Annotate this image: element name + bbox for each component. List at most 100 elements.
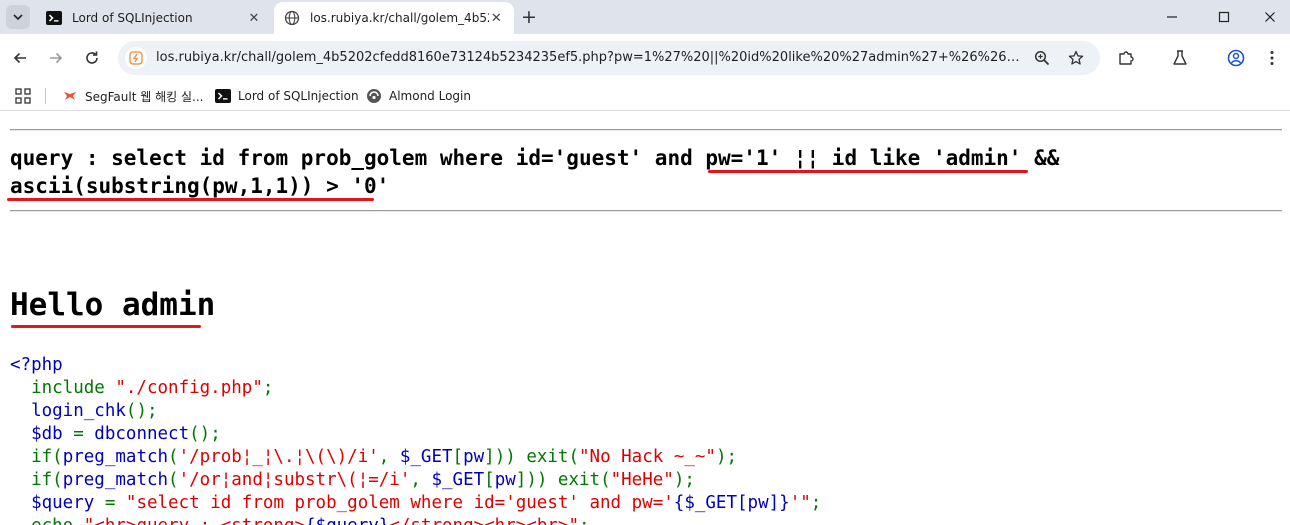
horizontal-rule [10,129,1282,131]
code-token: '/prob¦_¦\.¦\(\)/i' [178,447,379,467]
bookmark-almond-login[interactable]: Almond Login [366,86,471,106]
code-token: if( [10,447,63,467]
bookmark-segfault[interactable]: SegFault 웹 해킹 실... [62,86,203,106]
almond-icon [366,88,382,104]
code-token: "HeHe" [610,470,674,490]
zoom-icon [1034,50,1050,66]
profile-icon [1227,49,1245,67]
maximize-button[interactable] [1210,4,1238,30]
code-line: include "./config.php"; [10,377,821,400]
forward-button[interactable] [44,46,68,70]
bookmark-star-button[interactable] [1066,48,1086,68]
profile-button[interactable] [1224,46,1248,70]
tab-title: los.rubiya.kr/chall/golem_4b52 [310,11,489,25]
code-token: preg_match [62,447,169,467]
code-token: $db [10,424,74,444]
tab-title: Lord of SQLInjection [72,11,193,25]
bookmark-label: SegFault 웹 해킹 실... [85,89,204,104]
reload-icon [86,51,98,64]
code-token: , [378,447,400,467]
star-icon [1068,50,1084,65]
tab-search-button[interactable] [6,5,30,29]
code-token: login_chk [10,401,126,421]
code-token: pw [494,470,516,490]
segfault-icon [62,88,78,104]
close-tab-icon[interactable]: ✕ [246,10,262,26]
minimize-button[interactable] [1158,4,1186,30]
arrow-right-icon [50,52,63,64]
address-bar[interactable]: los.rubiya.kr/chall/golem_4b5202cfedd816… [118,41,1100,75]
code-token: = [104,493,126,513]
code-token: , [410,470,432,490]
code-token: ( [168,447,179,467]
code-token: dbconnect [94,424,190,444]
code-token: '/or¦and¦substr\(¦=/i' [178,470,411,490]
flask-icon [1173,50,1187,65]
back-button[interactable] [8,46,32,70]
bookmark-lord-of-sqlinjection[interactable]: Lord of SQLInjection [215,86,359,106]
close-icon [1265,12,1275,22]
code-token: [ [484,470,495,490]
red-highlight-underline [11,325,201,328]
tab-strip: Lord of SQLInjection ✕ los.rubiya.kr/cha… [0,0,1290,34]
puzzle-icon [1119,51,1134,65]
query-line-2: ascii(substring(pw,1,1)) > '0' [10,174,390,198]
code-token: ; [262,378,274,398]
bookmark-label: Lord of SQLInjection [238,89,359,103]
terminal-icon [215,88,231,104]
code-token: ])) exit( [484,447,579,467]
close-tab-icon[interactable]: ✕ [489,10,504,26]
bookmark-label: Almond Login [389,89,471,103]
code-token: $query [10,493,105,513]
code-line: login_chk(); [10,400,821,423]
code-token: </strong><hr><br>" [389,516,579,525]
code-token: "No Hack ~_~" [579,447,716,467]
close-window-button[interactable] [1256,4,1284,30]
url-text[interactable]: los.rubiya.kr/chall/golem_4b5202cfedd816… [156,50,1024,65]
page-content: query : select id from prob_golem where … [0,111,1290,525]
bookmarks-divider [45,88,46,104]
code-token: ); [673,470,695,490]
more-vert-icon [1270,51,1274,65]
labs-button[interactable] [1168,46,1192,70]
menu-button[interactable] [1260,46,1284,70]
tab-golem-challenge[interactable]: los.rubiya.kr/chall/golem_4b52 ✕ [274,2,514,34]
page-favicon-icon [129,51,143,65]
new-tab-button[interactable]: + [518,6,540,28]
site-info-button[interactable] [125,47,147,69]
red-highlight-underline [7,198,374,201]
code-token: $_GET [431,470,485,490]
code-token: [ [452,447,464,467]
code-token: '" [789,493,811,513]
code-token: "./config.php" [115,378,263,398]
code-token: include [10,378,116,398]
code-token: (); [189,424,221,444]
code-token: = [73,424,95,444]
code-token: ; [579,516,590,525]
code-token: {$_GET[pw]} [673,493,790,513]
extensions-button[interactable] [1114,46,1138,70]
horizontal-rule [10,210,1282,212]
code-token: ); [715,447,738,467]
chevron-down-icon [13,14,23,21]
tab-lord-of-sqlinjection[interactable]: Lord of SQLInjection ✕ [36,2,272,34]
code-token: {$query} [305,516,389,525]
code-token: ])) exit( [515,470,611,490]
code-token: if( [10,470,63,490]
hello-heading: Hello admin [10,287,216,323]
query-line-1: query : select id from prob_golem where … [10,146,1060,170]
apps-grid-icon[interactable] [15,88,31,104]
reload-button[interactable] [80,46,104,70]
code-token: <?php [10,355,63,375]
code-line: <?php [10,354,821,377]
code-token: echo [10,516,84,525]
code-token: "<hr>query : <strong> [84,516,305,525]
globe-icon [284,10,300,26]
minimize-icon [1167,16,1177,18]
zoom-button[interactable] [1032,48,1052,68]
browser-toolbar: los.rubiya.kr/chall/golem_4b5202cfedd816… [0,34,1290,82]
code-token: $_GET [399,447,453,467]
code-line: if(preg_match('/or¦and¦substr\(¦=/i', $_… [10,469,821,492]
code-line: if(preg_match('/prob¦_¦\.¦\(\)/i', $_GET… [10,446,821,469]
code-token: ; [810,493,822,513]
